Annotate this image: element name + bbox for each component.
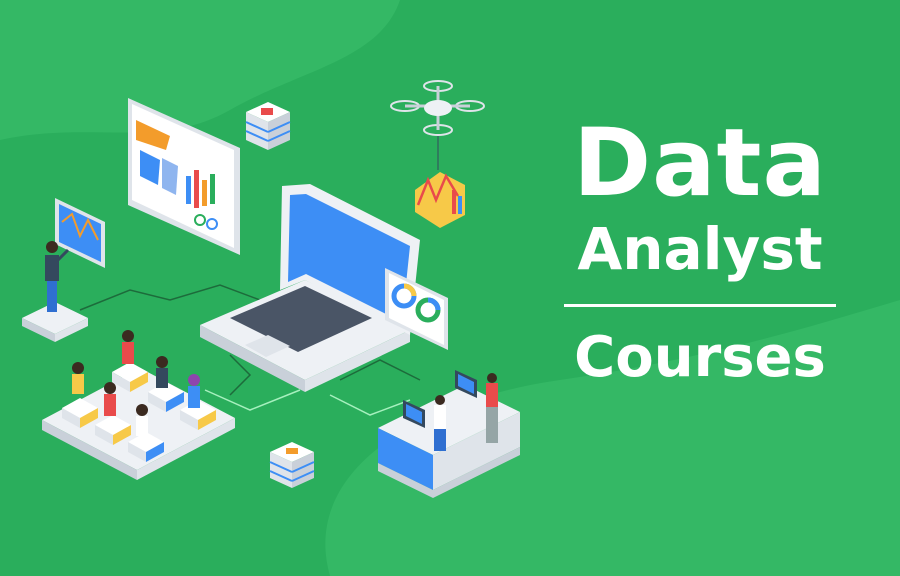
banner-title-analyst: Analyst: [577, 215, 823, 283]
title-block: Data Analyst Courses: [540, 108, 860, 391]
drone-icon: [390, 80, 485, 170]
workstation-desk-icon: [378, 370, 520, 498]
banner-title-courses: Courses: [574, 325, 826, 390]
banner-title-data: Data: [573, 109, 827, 218]
title-divider: [564, 304, 836, 307]
area-chart-icon: [415, 172, 465, 228]
database-stack-icon: [269, 442, 315, 488]
connector-lines-light: [204, 389, 411, 416]
classroom-group-icon: [42, 330, 235, 480]
presenter-person-icon: [22, 241, 88, 342]
database-stack-icon: [245, 102, 291, 150]
dashboard-screen-icon: [128, 98, 240, 255]
course-banner: Data Analyst Courses: [0, 0, 900, 576]
